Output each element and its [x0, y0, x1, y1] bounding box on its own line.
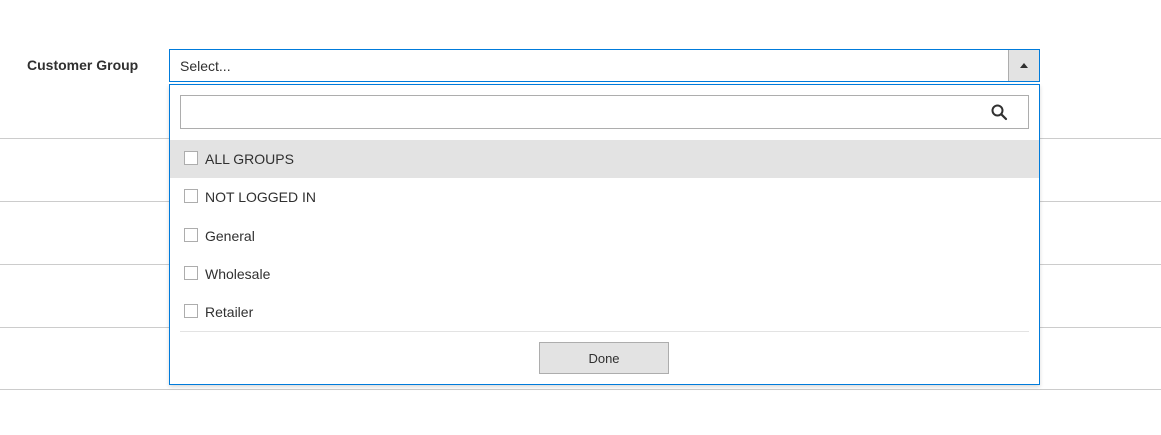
option-wholesale[interactable]: Wholesale [170, 255, 1039, 293]
option-general[interactable]: General [170, 217, 1039, 255]
option-label: Retailer [205, 304, 254, 320]
option-retailer[interactable]: Retailer [170, 293, 1039, 331]
option-not-logged-in[interactable]: NOT LOGGED IN [170, 178, 1039, 216]
option-label: Wholesale [205, 266, 271, 282]
arrow-up-icon [1020, 63, 1028, 68]
checkbox[interactable] [184, 189, 198, 203]
checkbox[interactable] [184, 151, 198, 165]
checkbox[interactable] [184, 228, 198, 242]
option-label: ALL GROUPS [205, 151, 294, 167]
footer-divider [180, 331, 1029, 332]
dropdown-toggle-button[interactable] [1008, 50, 1039, 81]
option-label: NOT LOGGED IN [205, 189, 316, 205]
option-all-groups[interactable]: ALL GROUPS [170, 140, 1039, 178]
option-label: General [205, 228, 255, 244]
customer-group-dropdown: ALL GROUPS NOT LOGGED IN General Wholesa… [169, 84, 1040, 385]
row-divider [0, 389, 1161, 390]
search-input[interactable] [181, 96, 981, 128]
customer-group-select[interactable]: Select... [169, 49, 1040, 82]
search-box [180, 95, 1029, 129]
customer-group-label: Customer Group [27, 57, 139, 73]
done-button[interactable]: Done [539, 342, 669, 374]
checkbox[interactable] [184, 266, 198, 280]
checkbox[interactable] [184, 304, 198, 318]
search-icon[interactable] [990, 103, 1008, 121]
select-placeholder: Select... [180, 58, 231, 74]
